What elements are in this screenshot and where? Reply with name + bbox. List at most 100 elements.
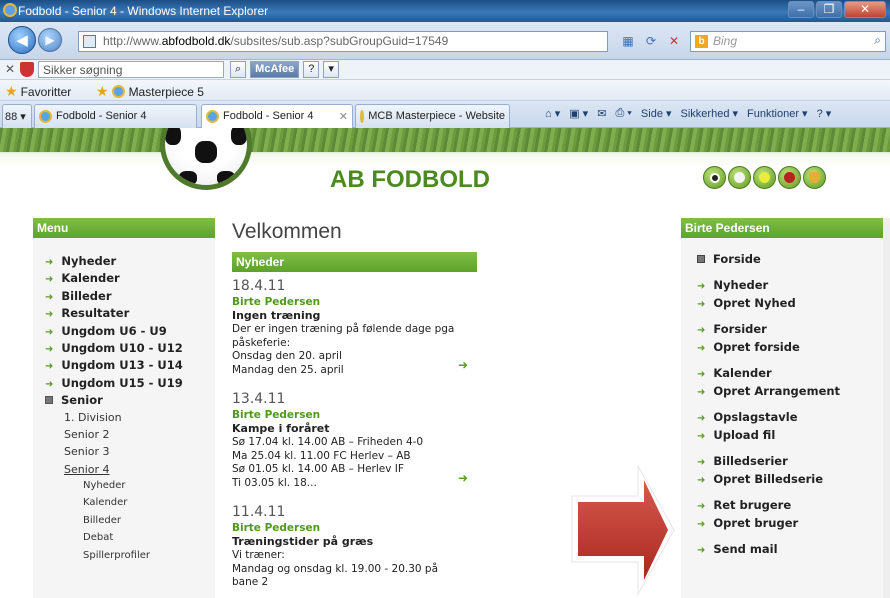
read-more-arrow-icon[interactable]: ➜ <box>458 471 468 485</box>
white-ball-icon[interactable] <box>728 166 751 189</box>
arrow-icon: ➜ <box>697 281 706 292</box>
admin-item-opret-nyhed[interactable]: ➜ Opret Nyhed <box>681 296 884 314</box>
submenu-debat[interactable]: Debat <box>33 532 215 549</box>
news-body: Vi træner: Mandag og onsdag kl. 19.00 - … <box>232 549 457 590</box>
menu-item-kalender[interactable]: ➜ Kalender <box>33 271 215 288</box>
news-author[interactable]: Birte Pedersen <box>232 522 482 535</box>
tennis-ball-icon[interactable] <box>753 166 776 189</box>
admin-item-label: Opret bruger <box>713 516 799 530</box>
admin-item-label: Opret Nyhed <box>713 296 796 310</box>
submenu-kalender[interactable]: Kalender <box>33 497 215 514</box>
menu-heading: Menu <box>33 218 215 238</box>
safety-menu[interactable]: Sikkerhed ▾ <box>681 107 739 120</box>
maximize-button[interactable]: ❐ <box>816 1 842 18</box>
news-headline[interactable]: Træningstider på græs <box>232 535 482 549</box>
favorites-bar: ★ Favoritter ★ Masterpiece 5 <box>0 80 890 101</box>
toolbar-close-icon[interactable]: ✕ <box>5 62 15 76</box>
settings-button[interactable]: ▾ <box>323 61 339 78</box>
minimize-button[interactable]: – <box>788 1 814 18</box>
admin-item-ret-brugere[interactable]: ➜ Ret brugere <box>681 498 884 516</box>
stop-icon[interactable]: ✕ <box>664 32 684 50</box>
close-button[interactable]: ✕ <box>844 1 886 18</box>
submenu-senior-3[interactable]: Senior 3 <box>33 445 215 462</box>
menu-item-u10-u12[interactable]: ➜ Ungdom U10 - U12 <box>33 341 215 358</box>
trophy-icon[interactable] <box>803 166 826 189</box>
page-icon <box>83 35 96 48</box>
news-date: 18.4.11 <box>232 278 286 294</box>
tab-fodbold-1[interactable]: Fodbold - Senior 4 <box>34 104 197 128</box>
admin-item-opret-arrangement[interactable]: ➜ Opret Arrangement <box>681 384 884 402</box>
safe-search-input[interactable]: Sikker søgning <box>38 61 224 78</box>
tab-fodbold-active[interactable]: Fodbold - Senior 4 ✕ <box>201 104 353 128</box>
admin-item-opret-forside[interactable]: ➜ Opret forside <box>681 340 884 358</box>
submenu-nyheder[interactable]: Nyheder <box>33 480 215 497</box>
news-body: Sø 17.04 kl. 14.00 AB – Friheden 4-0 Ma … <box>232 436 457 490</box>
admin-item-opret-bruger[interactable]: ➜ Opret bruger <box>681 516 884 534</box>
favorites-button[interactable]: ★ Favoritter <box>5 83 71 100</box>
submenu-spillerprofiler[interactable]: Spillerprofiler <box>33 550 215 567</box>
news-author[interactable]: Birte Pedersen <box>232 409 482 422</box>
bullet-square-icon <box>697 255 705 263</box>
refresh-icon[interactable]: ⟳ <box>641 32 661 50</box>
search-input[interactable]: b Bing ⌕ <box>690 31 886 52</box>
mcafee-button[interactable]: McAfee <box>250 61 300 78</box>
admin-item-billedserier[interactable]: ➜ Billedserier <box>681 454 884 472</box>
news-line: Sø 17.04 kl. 14.00 AB – Friheden 4-0 <box>232 436 424 448</box>
tab-masterpiece[interactable]: MCB Masterpiece - Website <box>355 104 510 128</box>
news-headline[interactable]: Kampe i foråret <box>232 422 482 436</box>
tab-close-icon[interactable]: ✕ <box>333 110 348 128</box>
menu-item-resultater[interactable]: ➜ Resultater <box>33 306 215 323</box>
submenu-senior-4[interactable]: Senior 4 <box>33 463 215 480</box>
admin-item-nyheder[interactable]: ➜ Nyheder <box>681 278 884 296</box>
submenu-1-division[interactable]: 1. Division <box>33 411 215 428</box>
arrow-icon: ➜ <box>45 361 54 373</box>
admin-item-forside[interactable]: Forside <box>681 252 884 270</box>
search-icon[interactable]: ⌕ <box>874 33 881 48</box>
favorite-masterpiece[interactable]: ★ Masterpiece 5 <box>96 83 204 100</box>
menu-item-senior[interactable]: Senior <box>33 393 215 410</box>
print-button[interactable]: ⎙ ▾ <box>615 107 631 120</box>
news-item: 18.4.11 Birte Pedersen Ingen træning Der… <box>232 278 482 391</box>
forward-button[interactable]: ▶ <box>38 28 62 52</box>
admin-item-opslagstavle[interactable]: ➜ Opslagstavle <box>681 410 884 428</box>
admin-item-upload-fil[interactable]: ➜ Upload fil <box>681 428 884 446</box>
mail-button[interactable]: ✉ <box>597 107 606 120</box>
submenu-senior-2[interactable]: Senior 2 <box>33 428 215 445</box>
back-button[interactable]: ◀ <box>8 26 36 54</box>
vertical-scrollbar[interactable] <box>883 218 890 598</box>
safe-search-button[interactable]: ⌕ <box>230 61 247 78</box>
window-titlebar: Fodbold - Senior 4 - Windows Internet Ex… <box>0 0 890 22</box>
admin-item-send-mail[interactable]: ➜ Send mail <box>681 542 884 560</box>
read-more-arrow-icon[interactable]: ➜ <box>458 358 468 372</box>
mcafee-shield-icon <box>20 62 34 77</box>
url-path: /subsites/sub.asp?subGroupGuid=17549 <box>230 34 449 48</box>
page-menu[interactable]: Side ▾ <box>641 107 672 120</box>
help-menu[interactable]: ? ▾ <box>817 107 832 120</box>
soccer-ball-icon[interactable] <box>703 166 726 189</box>
tools-menu[interactable]: Funktioner ▾ <box>747 107 808 120</box>
arrow-icon: ➜ <box>697 387 706 398</box>
news-line: Mandag og onsdag kl. 19.00 - 20.30 på <box>232 562 439 575</box>
help-button[interactable]: ? <box>303 61 320 78</box>
quick-tabs-button[interactable]: 88 ▾ <box>2 104 32 128</box>
red-ball-icon[interactable] <box>778 166 801 189</box>
menu-item-nyheder[interactable]: ➜ Nyheder <box>33 254 215 271</box>
news-author[interactable]: Birte Pedersen <box>232 296 482 309</box>
menu-item-u15-u19[interactable]: ➜ Ungdom U15 - U19 <box>33 376 215 393</box>
menu-item-u6-u9[interactable]: ➜ Ungdom U6 - U9 <box>33 324 215 341</box>
arrow-icon: ➜ <box>45 291 54 303</box>
menu-item-billeder[interactable]: ➜ Billeder <box>33 289 215 306</box>
news-headline[interactable]: Ingen træning <box>232 309 482 323</box>
admin-item-opret-billedserie[interactable]: ➜ Opret Billedserie <box>681 472 884 490</box>
url-input[interactable]: http://www.abfodbold.dk/subsites/sub.asp… <box>78 31 608 52</box>
football-logo[interactable] <box>160 128 252 190</box>
admin-item-kalender[interactable]: ➜ Kalender <box>681 366 884 384</box>
compat-view-icon[interactable]: ▦ <box>618 32 638 50</box>
admin-item-forsider[interactable]: ➜ Forsider <box>681 322 884 340</box>
feeds-button[interactable]: ▣ ▾ <box>569 107 588 120</box>
home-button[interactable]: ⌂ ▾ <box>545 107 560 120</box>
site-title: AB FODBOLD <box>330 166 490 193</box>
ie-page-icon <box>206 110 219 123</box>
submenu-billeder[interactable]: Billeder <box>33 515 215 532</box>
menu-item-u13-u14[interactable]: ➜ Ungdom U13 - U14 <box>33 358 215 375</box>
